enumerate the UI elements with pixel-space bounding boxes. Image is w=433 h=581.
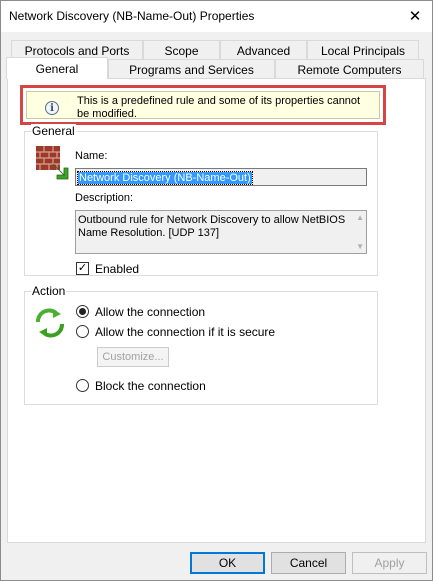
description-label: Description: — [75, 192, 134, 204]
apply-button[interactable]: Apply — [352, 552, 427, 574]
notice-text: This is a predefined rule and some of it… — [77, 95, 361, 120]
refresh-arrows-icon — [36, 308, 64, 338]
title-bar: Network Discovery (NB-Name-Out) Properti… — [1, 1, 432, 32]
window-title: Network Discovery (NB-Name-Out) Properti… — [9, 9, 255, 23]
general-group: General Name: Network Discovery (NB-Name… — [24, 124, 378, 276]
firewall-rule-icon — [36, 146, 69, 180]
general-tab-panel: i This is a predefined rule and some of … — [7, 78, 426, 543]
allow-if-secure-label: Allow the connection if it is secure — [95, 325, 276, 339]
customize-button[interactable]: Customize... — [97, 347, 169, 367]
action-group-label: Action — [31, 284, 67, 298]
scroll-up-icon[interactable]: ▲ — [356, 213, 364, 222]
block-connection-label: Block the connection — [95, 379, 206, 393]
close-button[interactable]: ✕ — [398, 1, 432, 31]
scroll-down-icon[interactable]: ▼ — [356, 242, 364, 251]
action-group: Action Allow the connection Allow the co… — [24, 284, 378, 405]
info-icon: i — [45, 101, 59, 115]
tab-scope[interactable]: Scope — [143, 40, 220, 60]
allow-connection-radio[interactable] — [76, 305, 89, 318]
name-value: Network Discovery (NB-Name-Out) — [77, 171, 253, 185]
ok-button[interactable]: OK — [190, 552, 265, 574]
description-field[interactable]: Outbound rule for Network Discovery to a… — [75, 210, 367, 254]
name-field[interactable]: Network Discovery (NB-Name-Out) — [75, 168, 367, 186]
tab-programs-and-services[interactable]: Programs and Services — [108, 59, 275, 79]
name-label: Name: — [75, 150, 108, 162]
tab-advanced[interactable]: Advanced — [220, 40, 307, 60]
tab-remote-computers[interactable]: Remote Computers — [275, 59, 424, 79]
allow-if-secure-radio[interactable] — [76, 325, 89, 338]
description-value: Outbound rule for Network Discovery to a… — [78, 214, 346, 239]
tab-general[interactable]: General — [6, 57, 108, 79]
general-group-label: General — [31, 124, 76, 138]
enabled-label: Enabled — [95, 262, 140, 276]
allow-connection-label: Allow the connection — [95, 305, 206, 319]
tab-local-principals[interactable]: Local Principals — [307, 40, 419, 60]
cancel-button[interactable]: Cancel — [271, 552, 346, 574]
predefined-rule-notice: i This is a predefined rule and some of … — [20, 85, 386, 125]
block-connection-radio[interactable] — [76, 379, 89, 392]
notice-banner: i This is a predefined rule and some of … — [26, 91, 380, 120]
properties-dialog: Network Discovery (NB-Name-Out) Properti… — [0, 0, 433, 581]
enabled-checkbox[interactable]: ✓ — [76, 262, 89, 275]
